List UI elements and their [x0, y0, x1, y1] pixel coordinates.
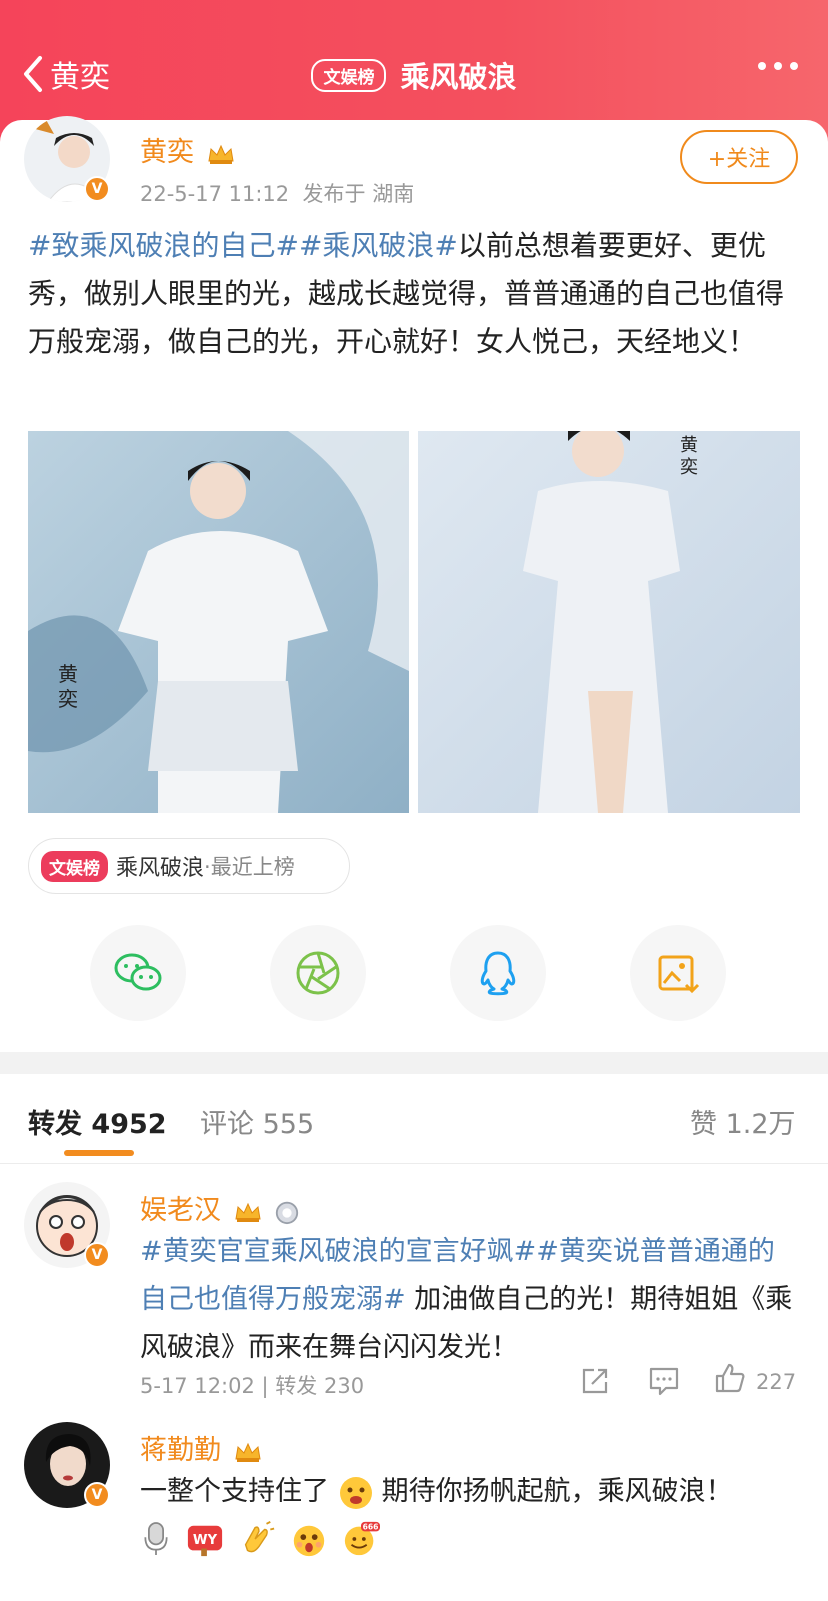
emoji-row: WY 666	[140, 1520, 380, 1558]
comment-meta: 5-17 12:02 | 转发 230	[140, 1370, 364, 1400]
comment-author-name[interactable]: 娱老汉	[140, 1188, 300, 1227]
comment-body: 一整个支持住了	[140, 1476, 329, 1507]
crown-icon	[208, 144, 234, 164]
ranking-tag-chip[interactable]: 文娱榜 乘风破浪 ·最近上榜	[28, 838, 350, 894]
tab-comments-count: 555	[262, 1109, 315, 1140]
tab-repost[interactable]: 转发 4952	[28, 1102, 167, 1141]
post-time: 22-5-17 11:12	[140, 182, 290, 206]
topic-link[interactable]: #黄奕官宣乘风破浪的宣言好飒#	[140, 1236, 536, 1267]
section-divider	[0, 1052, 828, 1074]
interaction-tabs: 转发 4952 评论 555 赞 1.2万	[0, 1074, 828, 1164]
comment-like-count: 227	[756, 1370, 797, 1394]
moments-icon	[296, 951, 340, 995]
tab-repost-label: 转发	[28, 1109, 82, 1140]
surprised-emoji-icon	[293, 1525, 325, 1557]
comment-content: 一整个支持住了 期待你扬帆起航，乘风破浪！	[140, 1468, 810, 1516]
save-image-icon	[658, 955, 700, 994]
post-content: #致乘风破浪的自己##乘风破浪#以前总想着要更好、更优秀，做别人眼里的光，越成长…	[28, 222, 798, 366]
emoji-cheering-icon	[339, 1476, 372, 1509]
svg-text:奕: 奕	[58, 687, 78, 711]
save-image-button[interactable]	[630, 925, 726, 1021]
666-emoji-icon: 666	[344, 1521, 380, 1556]
comment-author-name[interactable]: 蒋勤勤	[140, 1428, 262, 1467]
more-options-button[interactable]	[758, 62, 798, 70]
wechat-icon	[114, 953, 162, 991]
svg-text:奕: 奕	[680, 457, 698, 478]
post-location: 发布于 湖南	[302, 182, 415, 206]
cheer-sign-emoji-icon: WY	[187, 1525, 223, 1557]
tab-comments-label: 评论	[200, 1109, 254, 1140]
tab-repost-count: 4952	[91, 1109, 167, 1140]
verified-badge-icon: V	[84, 1242, 110, 1268]
comment-author-label: 娱老汉	[140, 1195, 221, 1226]
comment-time: 5-17 12:02	[140, 1374, 255, 1398]
topic-link[interactable]: #致乘风破浪的自己#	[28, 229, 299, 262]
more-dot-icon	[758, 62, 766, 70]
like-icon[interactable]	[714, 1362, 746, 1394]
post-author-name[interactable]: 黄奕	[140, 130, 235, 169]
share-moments-button[interactable]	[270, 925, 366, 1021]
qq-icon	[480, 951, 516, 996]
post-image[interactable]: 黄 奕	[418, 431, 800, 813]
follow-button[interactable]: +关注	[680, 130, 798, 184]
svg-text:黄: 黄	[680, 435, 698, 456]
verified-badge-icon: V	[84, 176, 110, 202]
topic-link[interactable]: #乘风破浪#	[299, 229, 458, 262]
active-tab-indicator	[64, 1150, 134, 1156]
tab-likes-count: 1.2万	[725, 1109, 796, 1140]
page-title: 乘风破浪	[400, 60, 517, 94]
share-wechat-button[interactable]	[90, 925, 186, 1021]
post-image[interactable]: 黄 奕	[28, 431, 409, 813]
tab-likes-label: 赞	[690, 1109, 717, 1140]
clapping-emoji-icon	[244, 1521, 275, 1553]
svg-text:黄: 黄	[58, 662, 78, 686]
tab-comments[interactable]: 评论 555	[200, 1102, 314, 1141]
microphone-emoji-icon	[144, 1522, 168, 1555]
comment-content: #黄奕官宣乘风破浪的宣言好飒##黄奕说普普通通的自己也值得万般宠溺# 加油做自己…	[140, 1228, 800, 1372]
comment-repost-count: | 转发 230	[261, 1374, 365, 1398]
svg-text:666: 666	[363, 1523, 379, 1532]
comment-icon[interactable]	[648, 1366, 680, 1396]
post-author-label: 黄奕	[140, 137, 194, 168]
more-dot-icon	[790, 62, 798, 70]
medal-icon	[276, 1201, 299, 1224]
tab-likes[interactable]: 赞 1.2万	[690, 1102, 796, 1141]
ranking-chip-sub: ·最近上榜	[204, 855, 295, 879]
comment-author-label: 蒋勤勤	[140, 1435, 221, 1466]
ranking-chip-badge: 文娱榜	[41, 850, 108, 882]
share-qq-button[interactable]	[450, 925, 546, 1021]
verified-badge-icon: V	[84, 1482, 110, 1508]
crown-icon	[235, 1442, 261, 1462]
more-dot-icon	[774, 62, 782, 70]
share-icon[interactable]	[580, 1366, 610, 1396]
header-title-group: 文娱榜 乘风破浪	[0, 54, 828, 96]
post-meta: 22-5-17 11:12 发布于 湖南	[140, 178, 414, 208]
ranking-chip-label: 乘风破浪	[116, 856, 205, 881]
comment-body: 期待你扬帆起航，乘风破浪！	[381, 1476, 733, 1507]
crown-icon	[235, 1202, 261, 1222]
svg-text:WY: WY	[193, 1533, 218, 1548]
status-bar	[0, 0, 828, 18]
ranking-badge: 文娱榜	[311, 58, 387, 92]
